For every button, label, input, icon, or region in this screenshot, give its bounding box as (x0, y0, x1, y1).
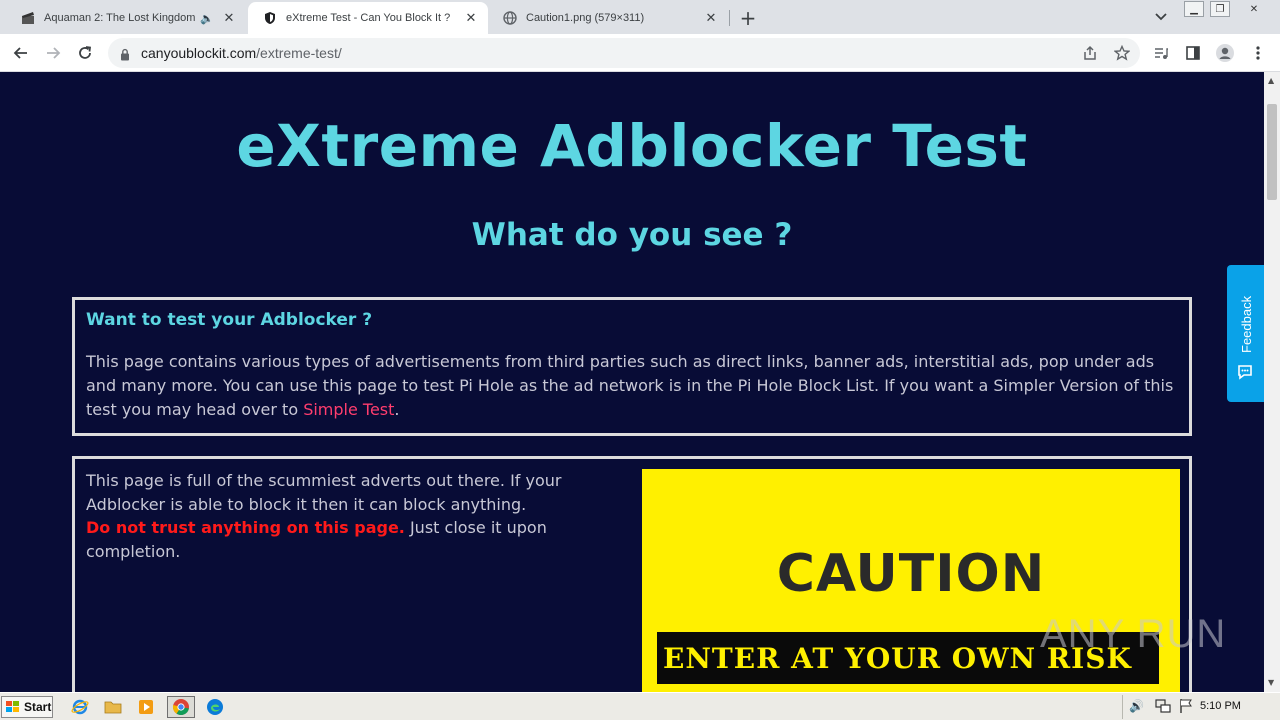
caution-heading: CAUTION (776, 544, 1046, 604)
globe-icon (502, 10, 518, 26)
tab-title: Caution1.png (579×311) (526, 12, 645, 24)
menu-kebab-icon[interactable] (1244, 39, 1272, 67)
share-icon[interactable] (1076, 39, 1104, 67)
lock-icon[interactable] (120, 46, 130, 65)
windows-logo-icon (6, 701, 19, 712)
page-subtitle: What do you see ? (471, 217, 793, 253)
anyrun-watermark: ANY RUN (1040, 612, 1226, 657)
tab-title: eXtreme Test - Can You Block It ? (286, 12, 451, 24)
scroll-down-arrow-icon[interactable]: ▼ (1268, 678, 1274, 687)
watermark-text: ANY RUN (1040, 612, 1227, 656)
speaker-icon[interactable]: 🔈 (200, 12, 214, 25)
back-button[interactable] (7, 39, 35, 67)
start-button[interactable]: Start (1, 696, 53, 718)
feedback-label: Feedback (1239, 295, 1254, 353)
url-domain: canyoublockit.com (141, 45, 257, 61)
address-bar[interactable]: canyoublockit.com/extreme-test/ (108, 38, 1140, 68)
clapperboard-icon (20, 10, 36, 26)
url-path: /extreme-test/ (256, 45, 342, 61)
simple-test-link[interactable]: Simple Test (303, 400, 394, 419)
chrome-taskbar-icon[interactable] (167, 696, 195, 718)
feedback-button[interactable]: Feedback (1227, 265, 1264, 402)
intro-text: This page contains various types of adve… (86, 352, 1174, 419)
close-tab-icon[interactable]: ✕ (462, 9, 480, 27)
network-icon[interactable] (1155, 698, 1171, 718)
profile-avatar-icon[interactable] (1211, 39, 1239, 67)
edge-icon[interactable] (203, 696, 227, 718)
reload-button[interactable] (71, 39, 99, 67)
page-viewport: eXtreme Adblocker Test What do you see ?… (0, 72, 1264, 692)
shield-icon (262, 10, 278, 26)
internet-explorer-icon[interactable] (68, 696, 92, 718)
tab-caution-png[interactable]: Caution1.png (579×311) ✕ (488, 2, 728, 34)
intro-box: Want to test your Adblocker ? This page … (72, 297, 1192, 436)
tab-separator (729, 10, 730, 26)
minimize-button[interactable]: ▁ (1184, 1, 1204, 17)
media-player-icon[interactable] (134, 696, 158, 718)
intro-text-end: . (394, 400, 400, 419)
intro-paragraph: This page contains various types of adve… (86, 350, 1176, 422)
browser-toolbar: canyoublockit.com/extreme-test/ (0, 34, 1280, 72)
chat-bubble-icon (1238, 365, 1252, 380)
new-tab-button[interactable]: + (736, 6, 760, 30)
tab-strip: Aquaman 2: The Lost Kingdom S 🔈 ✕ eXtrem… (0, 0, 1280, 34)
warning-intro-text: This page is full of the scummiest adver… (86, 471, 562, 514)
taskbar-clock: 5:10 PM (1200, 700, 1241, 712)
vertical-scrollbar[interactable]: ▲ ▼ (1264, 72, 1280, 692)
close-tab-icon[interactable]: ✕ (220, 9, 238, 27)
side-panel-icon[interactable] (1179, 39, 1207, 67)
caution-image: CAUTION ENTER AT YOUR OWN RISK (642, 469, 1180, 692)
close-window-button[interactable]: ✕ (1244, 1, 1264, 17)
volume-icon[interactable]: 🔊 (1129, 699, 1144, 713)
tab-search-chevron-icon[interactable] (1150, 6, 1172, 28)
url-text: canyoublockit.com/extreme-test/ (141, 45, 342, 61)
flag-icon[interactable] (1179, 698, 1193, 718)
start-label: Start (24, 700, 52, 714)
scrollbar-thumb[interactable] (1267, 104, 1277, 200)
tab-aquaman[interactable]: Aquaman 2: The Lost Kingdom S 🔈 ✕ (6, 2, 246, 34)
page-title: eXtreme Adblocker Test (236, 112, 1028, 180)
do-not-trust-text: Do not trust anything on this page. (86, 518, 405, 537)
tab-title: Aquaman 2: The Lost Kingdom S (44, 12, 197, 24)
tab-extreme-test[interactable]: eXtreme Test - Can You Block It ? ✕ (248, 2, 488, 34)
warning-box: This page is full of the scummiest adver… (72, 456, 1192, 692)
windows-taskbar: Start 🔊 5:10 PM (0, 692, 1280, 720)
bookmark-star-icon[interactable] (1108, 39, 1136, 67)
media-control-icon[interactable] (1147, 39, 1175, 67)
forward-button[interactable] (39, 39, 67, 67)
close-tab-icon[interactable]: ✕ (702, 9, 720, 27)
scroll-up-arrow-icon[interactable]: ▲ (1268, 76, 1274, 85)
intro-heading: Want to test your Adblocker ? (86, 310, 373, 330)
warning-paragraph: This page is full of the scummiest adver… (86, 469, 626, 563)
file-explorer-icon[interactable] (101, 696, 125, 718)
restore-button[interactable]: ❐ (1210, 1, 1230, 17)
